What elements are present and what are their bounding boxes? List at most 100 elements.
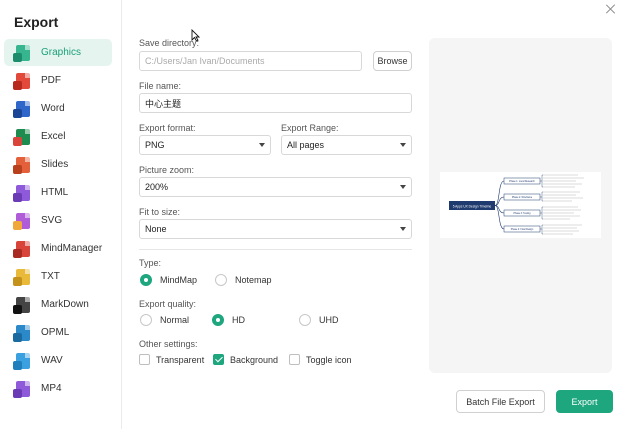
nav-item-slides[interactable]: Slides	[4, 151, 112, 178]
nav-label: OPML	[41, 327, 70, 338]
export-range-select[interactable]: All pages	[281, 135, 412, 155]
type-radio-notemap[interactable]: Notemap	[215, 274, 272, 286]
mindmap-preview-thumbnail: 5 Apps UX Design Timeline Phase 1: Local…	[440, 172, 601, 238]
batch-file-export-button[interactable]: Batch File Export	[456, 390, 545, 413]
graphics-file-icon	[13, 44, 30, 62]
quality-radio-normal[interactable]: Normal	[140, 314, 189, 326]
slides-file-icon	[13, 156, 30, 174]
nav-item-mp4[interactable]: MP4	[4, 375, 112, 402]
branch-text: Phase 1: Local Research	[509, 180, 535, 183]
fit-to-size-value: None	[145, 224, 167, 234]
radio-icon	[215, 274, 227, 286]
export-format-label: Export format:	[139, 123, 196, 133]
type-radio-mindmap[interactable]: MindMap	[140, 274, 197, 286]
file-name-label: File name:	[139, 81, 182, 91]
mouse-cursor-icon	[191, 29, 200, 42]
nav-label: Graphics	[41, 47, 82, 58]
checkbox-label: Transparent	[156, 354, 205, 365]
txt-file-icon	[13, 268, 30, 286]
sidebar-title: Export	[14, 14, 59, 30]
mp4-file-icon	[13, 380, 30, 398]
radio-icon	[140, 314, 152, 326]
transparent-checkbox[interactable]: Transparent	[139, 354, 204, 365]
radio-selected-icon	[140, 274, 152, 286]
picture-zoom-value: 200%	[145, 182, 169, 192]
nav-label: PDF	[41, 75, 61, 86]
nav-label: Slides	[41, 159, 69, 170]
html-file-icon	[13, 184, 30, 202]
nav-item-pdf[interactable]: PDF	[4, 67, 112, 94]
toggle-icon-checkbox[interactable]: Toggle icon	[289, 354, 352, 365]
excel-file-icon	[13, 128, 30, 146]
close-icon[interactable]	[606, 4, 616, 14]
branch-text: Phase 4: Final Design	[511, 229, 534, 231]
nav-item-mindmanager[interactable]: MindManager	[4, 235, 112, 262]
word-file-icon	[13, 100, 30, 118]
nav-item-markdown[interactable]: MarkDown	[4, 291, 112, 318]
export-format-select[interactable]: PNG	[139, 135, 271, 155]
wav-file-icon	[13, 352, 30, 370]
quality-radio-uhd[interactable]: UHD	[299, 314, 339, 326]
checkbox-checked-icon	[213, 354, 224, 365]
radio-label: Notemap	[235, 275, 272, 285]
nav-item-excel[interactable]: Excel	[4, 123, 112, 150]
other-settings-label: Other settings:	[139, 339, 198, 349]
mindmanager-file-icon	[13, 240, 30, 258]
checkbox-icon	[289, 354, 300, 365]
nav-item-graphics[interactable]: Graphics	[4, 39, 112, 66]
browse-button[interactable]: Browse	[373, 51, 412, 71]
markdown-file-icon	[13, 296, 30, 314]
background-checkbox[interactable]: Background	[213, 354, 278, 365]
fit-to-size-select[interactable]: None	[139, 219, 412, 239]
radio-label: Normal	[160, 315, 190, 325]
radio-label: HD	[232, 315, 245, 325]
leaf-brackets	[540, 174, 543, 235]
branch-connector	[494, 180, 505, 206]
save-directory-field[interactable]: C:/Users/Jan Ivan/Documents	[139, 51, 362, 71]
nav-item-opml[interactable]: OPML	[4, 319, 112, 346]
radio-label: UHD	[319, 315, 339, 325]
type-label: Type:	[139, 258, 162, 268]
radio-label: MindMap	[160, 275, 198, 285]
quality-radio-hd[interactable]: HD	[212, 314, 245, 326]
radio-icon	[299, 314, 311, 326]
checkbox-label: Background	[230, 354, 279, 365]
nav-label: SVG	[41, 215, 63, 226]
export-format-value: PNG	[145, 140, 165, 150]
svg-file-icon	[13, 212, 30, 230]
divider	[139, 249, 412, 250]
nav-label: MP4	[41, 383, 62, 394]
nav-label: Excel	[41, 131, 66, 142]
nav-label: HTML	[41, 187, 69, 198]
nav-item-html[interactable]: HTML	[4, 179, 112, 206]
export-range-label: Export Range:	[281, 123, 339, 133]
file-name-input[interactable]: 中心主题	[139, 93, 412, 113]
nav-item-wav[interactable]: WAV	[4, 347, 112, 374]
nav-label: MindManager	[41, 243, 103, 254]
nav-label: Word	[41, 103, 65, 114]
branch-text: Phase 3: Testing	[514, 212, 532, 215]
checkbox-icon	[139, 354, 150, 365]
chevron-down-icon	[400, 143, 406, 147]
export-quality-label: Export quality:	[139, 299, 197, 309]
opml-file-icon	[13, 324, 30, 342]
branch-text: Phase 2: Wireframe	[512, 196, 533, 199]
preview-panel: 5 Apps UX Design Timeline Phase 1: Local…	[429, 38, 612, 373]
nav-item-svg[interactable]: SVG	[4, 207, 112, 234]
leaf-lines	[543, 174, 584, 235]
nav-label: WAV	[41, 355, 63, 366]
radio-selected-icon	[212, 314, 224, 326]
pdf-file-icon	[13, 72, 30, 90]
chevron-down-icon	[259, 143, 265, 147]
checkbox-label: Toggle icon	[306, 354, 352, 365]
nav-label: TXT	[41, 271, 60, 282]
chevron-down-icon	[400, 227, 406, 231]
picture-zoom-select[interactable]: 200%	[139, 177, 412, 197]
chevron-down-icon	[400, 185, 406, 189]
nav-item-txt[interactable]: TXT	[4, 263, 112, 290]
nav-item-word[interactable]: Word	[4, 95, 112, 122]
export-button[interactable]: Export	[556, 390, 613, 413]
export-sidebar: Export Graphics PDF Word Excel Slides HT…	[0, 0, 122, 429]
fit-to-size-label: Fit to size:	[139, 207, 181, 217]
mindmap-thumbnail-svg: 5 Apps UX Design Timeline Phase 1: Local…	[449, 174, 584, 235]
